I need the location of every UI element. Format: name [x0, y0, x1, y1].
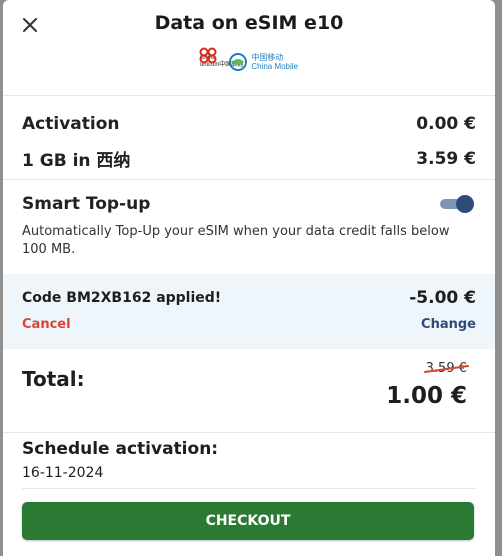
- china-unicom-logo: China unicom中国联通: [199, 47, 243, 69]
- china-mobile-logo: 中国移动 China Mobile: [228, 52, 298, 72]
- schedule-section: Schedule activation: 16-11-2024: [3, 439, 495, 489]
- activation-label: Activation: [22, 113, 120, 134]
- schedule-date-field[interactable]: 16-11-2024: [22, 465, 476, 489]
- cancel-promo-link[interactable]: Cancel: [22, 317, 71, 332]
- activation-price: 0.00 €: [416, 113, 476, 134]
- smart-topup-section: Smart Top-up Automatically Top-Up your e…: [3, 180, 495, 274]
- smart-topup-description: Automatically Top-Up your eSIM when your…: [22, 224, 450, 257]
- data-plan-price: 3.59 €: [416, 148, 476, 169]
- checkout-button[interactable]: CHECKOUT: [22, 502, 474, 540]
- total-section: Total: 3.59 € 1.00 €: [3, 349, 495, 433]
- promo-code-message: Code BM2XB162 applied!: [22, 290, 222, 306]
- china-unicom-knot-icon: [199, 47, 217, 64]
- activation-row: Activation 0.00 €: [22, 106, 476, 141]
- promo-discount: -5.00 €: [409, 288, 476, 308]
- toggle-knob: [456, 195, 474, 213]
- total-label: Total:: [22, 367, 85, 391]
- smart-topup-title: Smart Top-up: [22, 194, 151, 214]
- data-plan-label: 1 GB in 西纳: [22, 151, 131, 171]
- smart-topup-toggle[interactable]: [440, 195, 474, 213]
- price-lines: Activation 0.00 € 1 GB in 西纳 3.59 €: [3, 96, 495, 180]
- data-plan-row: 1 GB in 西纳 3.59 €: [22, 141, 476, 176]
- final-price: 1.00 €: [386, 383, 467, 409]
- modal-header: Data on eSIM e10 China unicom中国联通 中国移动 C…: [3, 0, 495, 96]
- original-price: 3.59 €: [425, 361, 467, 376]
- carrier-logos: China unicom中国联通 中国移动 China Mobile: [3, 47, 495, 72]
- modal-title: Data on eSIM e10: [154, 12, 344, 34]
- promo-code-box: Code BM2XB162 applied! -5.00 € Cancel Ch…: [3, 274, 495, 349]
- china-mobile-text-2: China Mobile: [251, 62, 299, 71]
- china-mobile-text-1: 中国移动: [251, 53, 284, 62]
- china-mobile-icon: [229, 53, 248, 71]
- esim-modal: Data on eSIM e10 China unicom中国联通 中国移动 C…: [3, 0, 495, 556]
- schedule-label: Schedule activation:: [22, 439, 219, 459]
- change-promo-link[interactable]: Change: [421, 317, 476, 332]
